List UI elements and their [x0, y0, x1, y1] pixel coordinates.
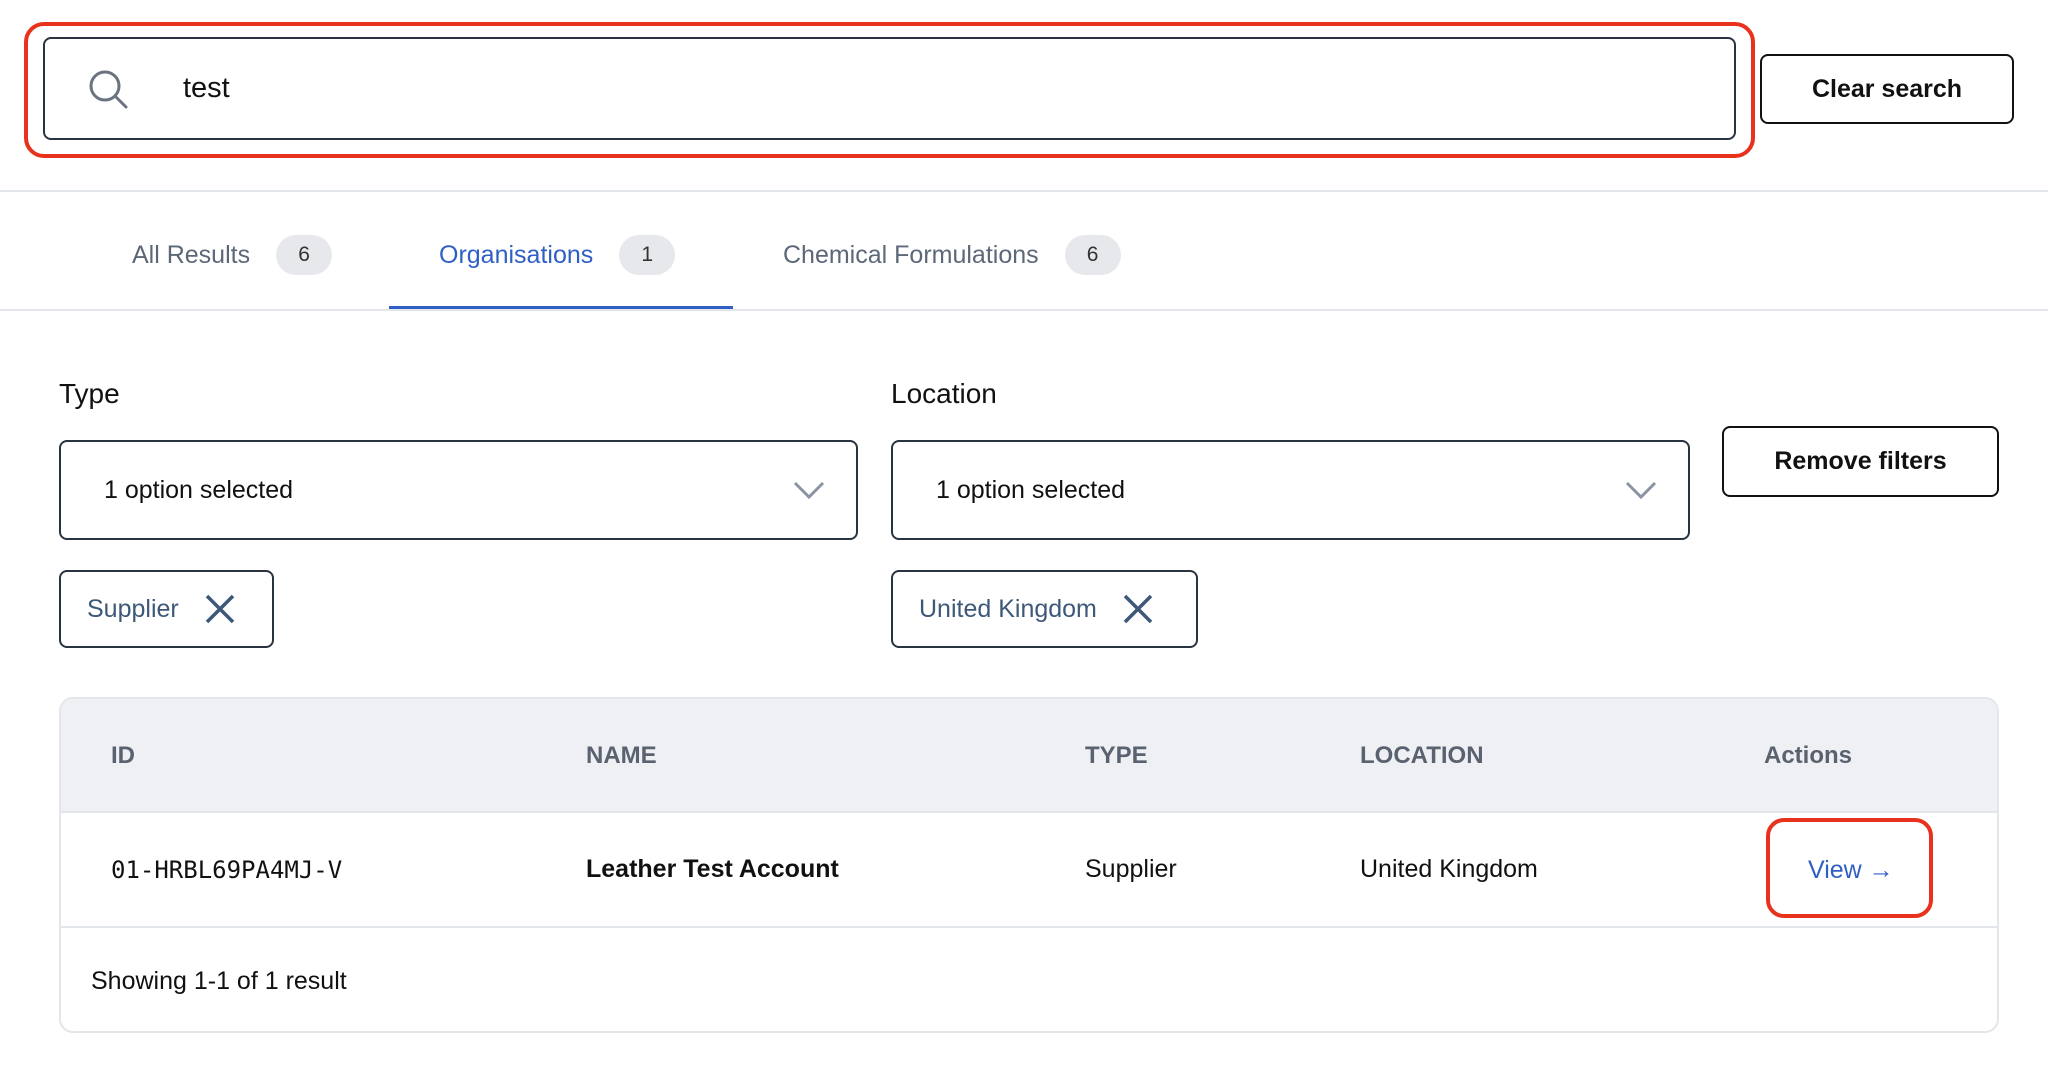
location-select-value: 1 option selected: [936, 475, 1126, 504]
chip-label: Supplier: [87, 594, 179, 623]
type-select-value: 1 option selected: [104, 475, 294, 504]
tab-organisations[interactable]: Organisations 1: [439, 200, 676, 310]
chevron-down-icon: [1625, 481, 1657, 500]
remove-filters-button[interactable]: Remove filters: [1722, 426, 1999, 497]
chip-label: United Kingdom: [919, 594, 1097, 623]
close-icon[interactable]: [1121, 592, 1155, 626]
results-table: ID NAME TYPE LOCATION Actions 01-HRBL69P…: [59, 697, 1999, 1033]
header-divider: [0, 190, 2048, 192]
row-id: 01-HRBL69PA4MJ-V: [111, 855, 343, 884]
tabs-divider: [0, 309, 2048, 311]
location-filter-select[interactable]: 1 option selected: [891, 440, 1690, 540]
chevron-down-icon: [793, 481, 825, 500]
column-header-id: ID: [111, 742, 135, 769]
location-filter-label: Location: [891, 378, 997, 409]
tab-count-badge: 1: [619, 235, 676, 275]
pagination-summary: Showing 1-1 of 1 result: [91, 967, 347, 995]
type-filter-label: Type: [59, 378, 120, 409]
close-icon[interactable]: [203, 592, 237, 626]
tab-label: All Results: [132, 240, 251, 269]
row-type: Supplier: [1085, 855, 1177, 883]
row-location: United Kingdom: [1360, 855, 1538, 883]
tab-label: Organisations: [439, 240, 594, 269]
table-header: ID NAME TYPE LOCATION Actions: [61, 699, 1997, 813]
location-filter-chip[interactable]: United Kingdom: [891, 570, 1198, 648]
table-row: 01-HRBL69PA4MJ-V Leather Test Account Su…: [61, 813, 1997, 928]
tab-chemical-formulations[interactable]: Chemical Formulations 6: [783, 200, 1121, 310]
tab-all-results[interactable]: All Results 6: [132, 200, 333, 310]
type-filter-select[interactable]: 1 option selected: [59, 440, 858, 540]
tab-count-badge: 6: [276, 235, 333, 275]
column-header-location: LOCATION: [1360, 742, 1484, 769]
column-header-type: TYPE: [1085, 742, 1148, 769]
search-icon: [89, 70, 128, 108]
row-name: Leather Test Account: [586, 855, 839, 883]
type-filter-chip[interactable]: Supplier: [59, 570, 274, 648]
search-input[interactable]: test: [43, 37, 1736, 140]
clear-search-button[interactable]: Clear search: [1760, 54, 2014, 124]
column-header-actions: Actions: [1764, 742, 1853, 769]
view-link[interactable]: View →: [1808, 848, 1894, 892]
tab-count-badge: 6: [1064, 235, 1121, 275]
search-value[interactable]: test: [183, 72, 230, 105]
column-header-name: NAME: [586, 742, 657, 769]
tab-label: Chemical Formulations: [783, 240, 1039, 269]
